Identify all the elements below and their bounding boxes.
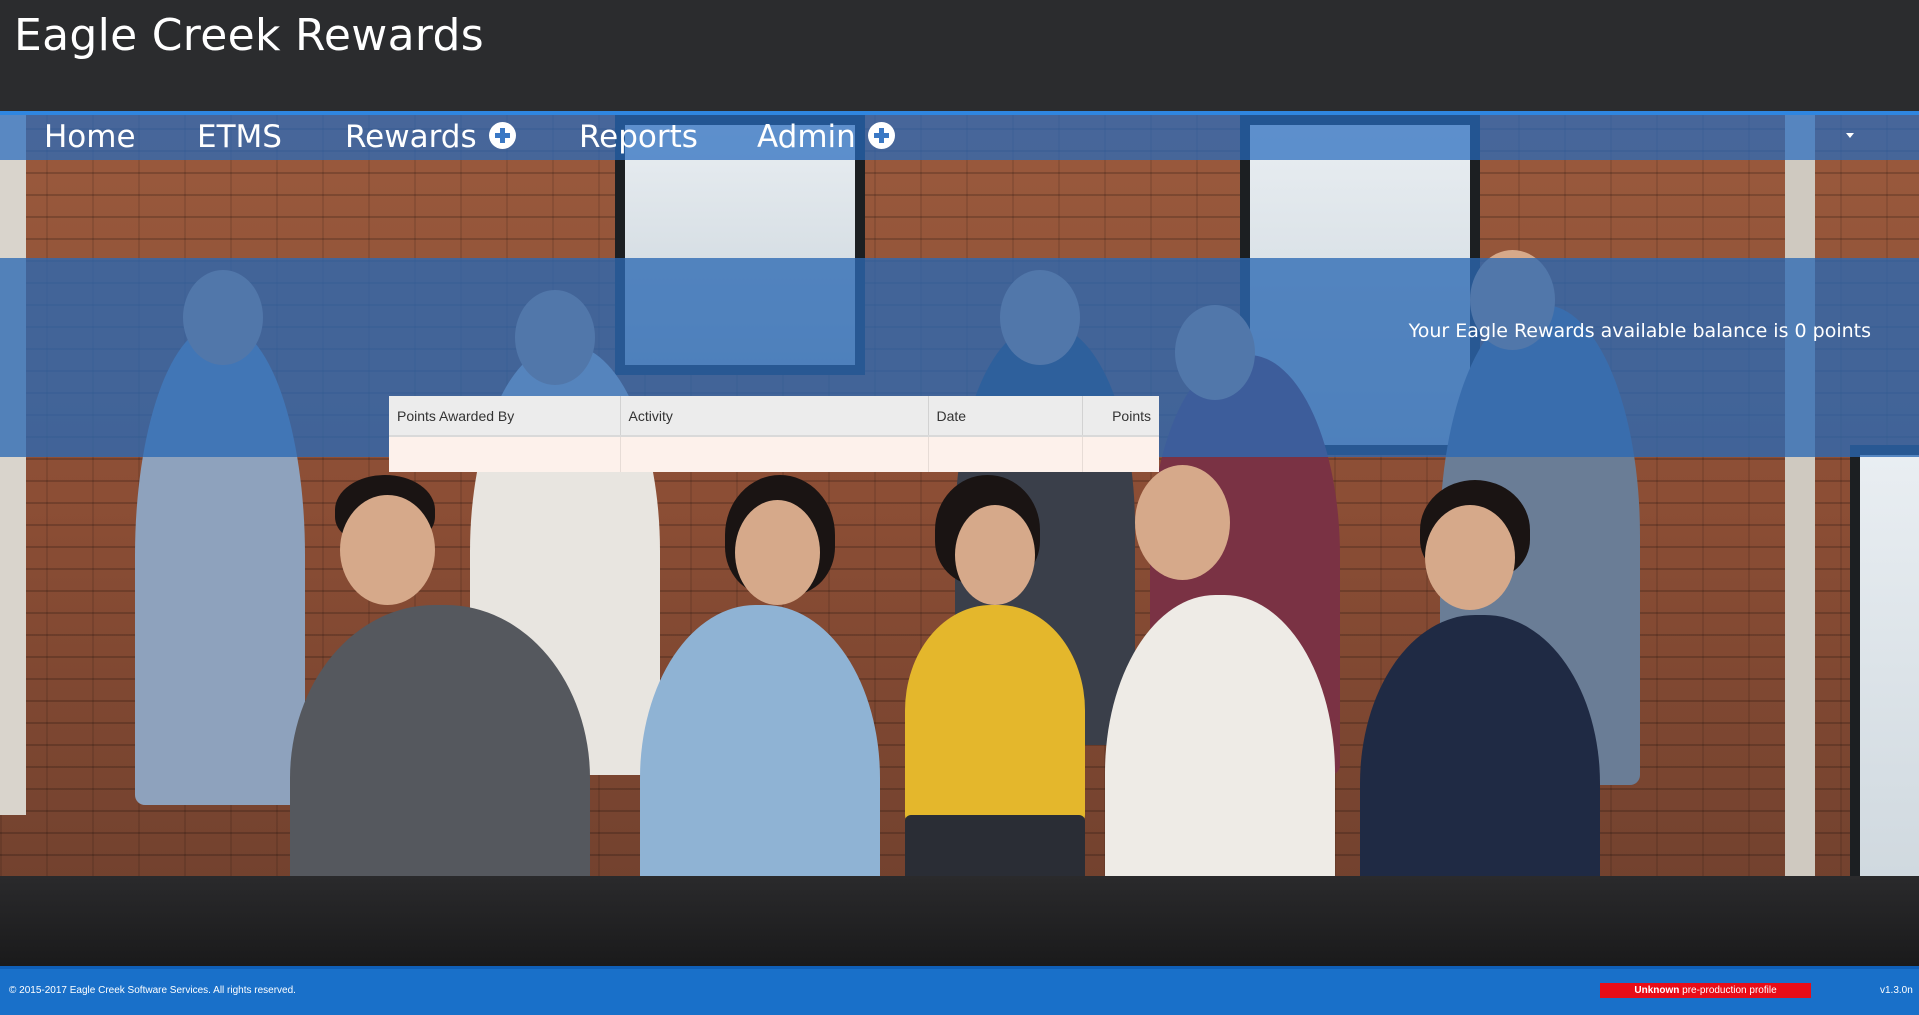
column-header[interactable]: Date [928,396,1083,437]
nav-item-reports[interactable]: Reports [579,115,698,160]
profile-badge: Unknown pre-production profile [1600,983,1811,998]
app-header: Eagle Creek Rewards [0,0,1919,111]
table-cell [1082,436,1159,472]
copyright-text: © 2015-2017 Eagle Creek Software Service… [9,985,296,996]
profile-badge-bold: Unknown [1634,985,1680,996]
table-header-row: Points Awarded By Activity Date Points [389,396,1159,437]
table-row [389,436,1159,472]
nav-item-label: ETMS [197,119,282,155]
table-cell [620,436,929,472]
column-header[interactable]: Points [1082,396,1159,437]
nav-item-admin[interactable]: Admin [757,115,895,160]
profile-badge-text: pre-production profile [1679,985,1777,996]
person-head [955,505,1035,605]
person-silhouette [905,605,1085,825]
version-text: v1.3.0n [1880,985,1913,996]
caret-down-icon[interactable] [1846,133,1854,138]
plus-circle-icon[interactable] [867,122,895,149]
background-photo [0,115,1919,966]
person-head [1135,465,1230,580]
nav-item-label: Rewards [345,119,477,155]
balance-text: Your Eagle Rewards available balance is … [1408,320,1871,342]
background-pillar [1785,115,1815,966]
nav-item-label: Reports [579,119,698,155]
nav-item-rewards[interactable]: Rewards [345,115,516,160]
person-head [1425,505,1515,610]
points-table: Points Awarded By Activity Date Points [389,396,1159,472]
background-floor [0,876,1919,966]
app-title: Eagle Creek Rewards [14,10,484,61]
nav-item-label: Admin [757,119,856,155]
table-cell [389,436,621,472]
person-head [735,500,820,605]
page-footer: © 2015-2017 Eagle Creek Software Service… [0,966,1919,1015]
background-pillar [0,115,26,815]
nav-item-label: Home [44,119,136,155]
column-header[interactable]: Activity [620,396,929,437]
nav-item-home[interactable]: Home [44,115,136,160]
nav-item-etms[interactable]: ETMS [197,115,282,160]
main-navbar: Home ETMS Rewards Reports Admin [0,115,1919,160]
person-head [340,495,435,605]
column-header[interactable]: Points Awarded By [389,396,621,437]
table-cell [928,436,1083,472]
plus-circle-icon[interactable] [488,122,516,149]
